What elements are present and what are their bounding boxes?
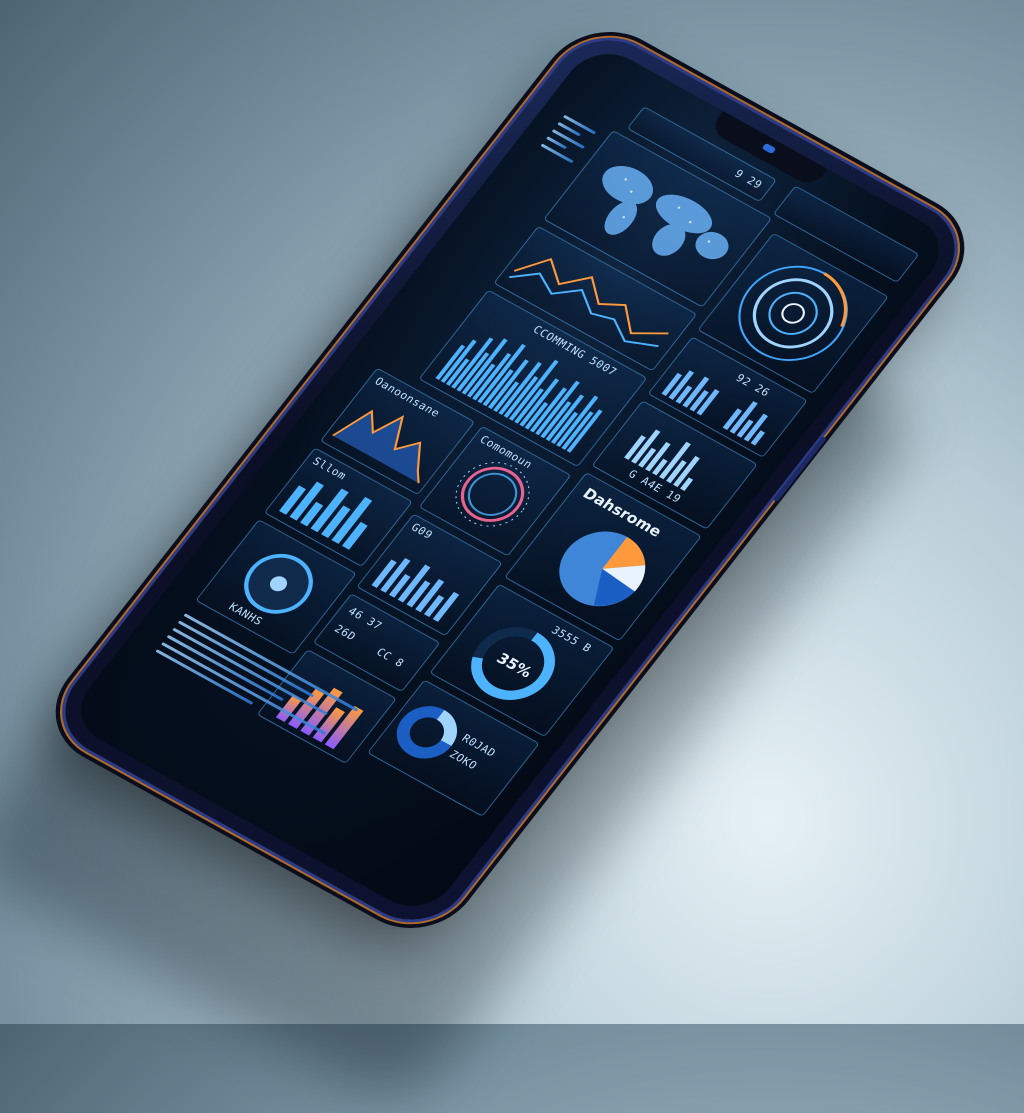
scene: 9 29 92 26 CCOMMING 5007 G A4E 19 Dahsro…	[0, 0, 1024, 1113]
camera-icon	[761, 142, 777, 155]
side-menu[interactable]	[540, 114, 597, 164]
mini-stat-6: CC 8	[373, 645, 407, 670]
menu-tick[interactable]	[540, 143, 574, 164]
menu-tick[interactable]	[562, 114, 597, 135]
mini-stat-4: 26D	[331, 622, 359, 644]
status-value: 9 29	[731, 167, 765, 192]
menu-tick[interactable]	[551, 129, 586, 149]
